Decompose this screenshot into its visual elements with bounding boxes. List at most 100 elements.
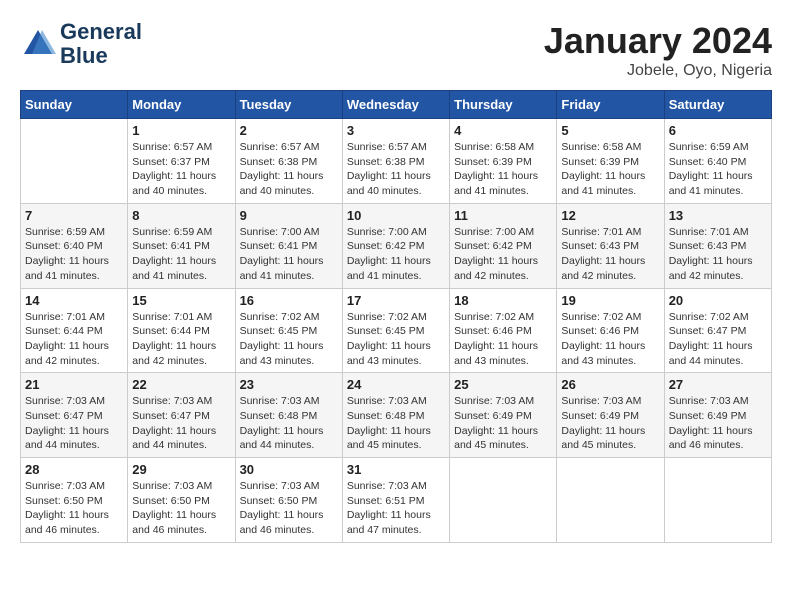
day-number: 29 [132,462,230,477]
day-number: 30 [240,462,338,477]
day-number: 9 [240,208,338,223]
day-info: Sunrise: 7:00 AM Sunset: 6:42 PM Dayligh… [454,225,552,284]
day-number: 14 [25,293,123,308]
calendar-cell: 15Sunrise: 7:01 AM Sunset: 6:44 PM Dayli… [128,288,235,373]
day-info: Sunrise: 7:00 AM Sunset: 6:41 PM Dayligh… [240,225,338,284]
day-info: Sunrise: 7:03 AM Sunset: 6:50 PM Dayligh… [132,479,230,538]
day-info: Sunrise: 7:03 AM Sunset: 6:50 PM Dayligh… [240,479,338,538]
calendar-cell [557,458,664,543]
day-number: 25 [454,377,552,392]
calendar-cell: 21Sunrise: 7:03 AM Sunset: 6:47 PM Dayli… [21,373,128,458]
weekday-monday: Monday [128,91,235,119]
calendar-cell: 27 Sunrise: 7:03 AM Sunset: 6:49 PM Dayli… [664,373,771,458]
day-info: Sunrise: 7:02 AM Sunset: 6:47 PM Dayligh… [669,310,767,369]
day-number: 10 [347,208,445,223]
day-number: 26 [561,377,659,392]
day-number: 11 [454,208,552,223]
day-number: 13 [669,208,767,223]
day-info: Sunrise: 6:58 AM Sunset: 6:39 PM Dayligh… [454,140,552,199]
day-number: 24 [347,377,445,392]
weekday-tuesday: Tuesday [235,91,342,119]
calendar-cell: 16Sunrise: 7:02 AM Sunset: 6:45 PM Dayli… [235,288,342,373]
day-number: 2 [240,123,338,138]
calendar-table: SundayMondayTuesdayWednesdayThursdayFrid… [20,90,772,543]
weekday-header-row: SundayMondayTuesdayWednesdayThursdayFrid… [21,91,772,119]
calendar-cell: 13 Sunrise: 7:01 AM Sunset: 6:43 PM Dayli… [664,203,771,288]
day-number: 6 [669,123,767,138]
day-info: Sunrise: 7:03 AM Sunset: 6:48 PM Dayligh… [240,394,338,453]
day-info: Sunrise: 6:59 AM Sunset: 6:40 PM Dayligh… [669,140,767,199]
calendar-cell [450,458,557,543]
day-info: Sunrise: 7:01 AM Sunset: 6:43 PM Dayligh… [669,225,767,284]
calendar-cell: 11 Sunrise: 7:00 AM Sunset: 6:42 PM Dayli… [450,203,557,288]
day-info: Sunrise: 7:03 AM Sunset: 6:47 PM Dayligh… [25,394,123,453]
calendar-week-2: 14 Sunrise: 7:01 AM Sunset: 6:44 PM Dayli… [21,288,772,373]
day-info: Sunrise: 6:57 AM Sunset: 6:38 PM Dayligh… [347,140,445,199]
calendar-header: SundayMondayTuesdayWednesdayThursdayFrid… [21,91,772,119]
day-number: 5 [561,123,659,138]
weekday-sunday: Sunday [21,91,128,119]
calendar-cell: 19Sunrise: 7:02 AM Sunset: 6:46 PM Dayli… [557,288,664,373]
day-info: Sunrise: 7:03 AM Sunset: 6:47 PM Dayligh… [132,394,230,453]
logo-line1: General [60,20,142,44]
day-info: Sunrise: 7:02 AM Sunset: 6:46 PM Dayligh… [561,310,659,369]
calendar-cell [664,458,771,543]
logo-line2: Blue [60,44,142,68]
calendar-week-1: 7 Sunrise: 6:59 AM Sunset: 6:40 PM Daylig… [21,203,772,288]
logo-icon [20,26,56,62]
calendar-week-4: 28 Sunrise: 7:03 AM Sunset: 6:50 PM Dayli… [21,458,772,543]
day-info: Sunrise: 6:59 AM Sunset: 6:40 PM Dayligh… [25,225,123,284]
weekday-friday: Friday [557,91,664,119]
logo-text: General Blue [60,20,142,68]
day-info: Sunrise: 7:02 AM Sunset: 6:45 PM Dayligh… [347,310,445,369]
day-info: Sunrise: 7:01 AM Sunset: 6:43 PM Dayligh… [561,225,659,284]
calendar-cell: 7 Sunrise: 6:59 AM Sunset: 6:40 PM Daylig… [21,203,128,288]
calendar-cell: 6 Sunrise: 6:59 AM Sunset: 6:40 PM Daylig… [664,119,771,204]
calendar-week-3: 21Sunrise: 7:03 AM Sunset: 6:47 PM Dayli… [21,373,772,458]
calendar-cell: 28 Sunrise: 7:03 AM Sunset: 6:50 PM Dayli… [21,458,128,543]
day-number: 4 [454,123,552,138]
calendar-cell: 25 Sunrise: 7:03 AM Sunset: 6:49 PM Dayli… [450,373,557,458]
day-number: 23 [240,377,338,392]
calendar-cell: 1Sunrise: 6:57 AM Sunset: 6:37 PM Daylig… [128,119,235,204]
calendar-cell: 10 Sunrise: 7:00 AM Sunset: 6:42 PM Dayli… [342,203,449,288]
calendar-cell: 22 Sunrise: 7:03 AM Sunset: 6:47 PM Dayli… [128,373,235,458]
page-header: General Blue January 2024 Jobele, Oyo, N… [20,20,772,80]
calendar-cell: 30 Sunrise: 7:03 AM Sunset: 6:50 PM Dayli… [235,458,342,543]
calendar-body: 1Sunrise: 6:57 AM Sunset: 6:37 PM Daylig… [21,119,772,543]
day-info: Sunrise: 7:03 AM Sunset: 6:50 PM Dayligh… [25,479,123,538]
logo: General Blue [20,20,142,68]
calendar-cell: 9 Sunrise: 7:00 AM Sunset: 6:41 PM Daylig… [235,203,342,288]
day-number: 28 [25,462,123,477]
day-info: Sunrise: 7:00 AM Sunset: 6:42 PM Dayligh… [347,225,445,284]
day-info: Sunrise: 7:02 AM Sunset: 6:46 PM Dayligh… [454,310,552,369]
calendar-cell: 23 Sunrise: 7:03 AM Sunset: 6:48 PM Dayli… [235,373,342,458]
calendar-cell [21,119,128,204]
calendar-cell: 31Sunrise: 7:03 AM Sunset: 6:51 PM Dayli… [342,458,449,543]
calendar-cell: 20Sunrise: 7:02 AM Sunset: 6:47 PM Dayli… [664,288,771,373]
calendar-cell: 8Sunrise: 6:59 AM Sunset: 6:41 PM Daylig… [128,203,235,288]
day-number: 7 [25,208,123,223]
location: Jobele, Oyo, Nigeria [544,62,772,80]
calendar-cell: 29 Sunrise: 7:03 AM Sunset: 6:50 PM Dayli… [128,458,235,543]
day-number: 22 [132,377,230,392]
calendar-cell: 26 Sunrise: 7:03 AM Sunset: 6:49 PM Dayli… [557,373,664,458]
day-number: 12 [561,208,659,223]
day-info: Sunrise: 6:59 AM Sunset: 6:41 PM Dayligh… [132,225,230,284]
calendar-cell: 24 Sunrise: 7:03 AM Sunset: 6:48 PM Dayli… [342,373,449,458]
weekday-wednesday: Wednesday [342,91,449,119]
day-info: Sunrise: 7:03 AM Sunset: 6:49 PM Dayligh… [669,394,767,453]
calendar-cell: 12 Sunrise: 7:01 AM Sunset: 6:43 PM Dayli… [557,203,664,288]
day-info: Sunrise: 7:01 AM Sunset: 6:44 PM Dayligh… [25,310,123,369]
day-info: Sunrise: 7:03 AM Sunset: 6:49 PM Dayligh… [454,394,552,453]
day-number: 18 [454,293,552,308]
day-info: Sunrise: 6:57 AM Sunset: 6:38 PM Dayligh… [240,140,338,199]
weekday-saturday: Saturday [664,91,771,119]
calendar-week-0: 1Sunrise: 6:57 AM Sunset: 6:37 PM Daylig… [21,119,772,204]
day-info: Sunrise: 6:58 AM Sunset: 6:39 PM Dayligh… [561,140,659,199]
day-number: 27 [669,377,767,392]
calendar-cell: 5 Sunrise: 6:58 AM Sunset: 6:39 PM Daylig… [557,119,664,204]
calendar-cell: 3Sunrise: 6:57 AM Sunset: 6:38 PM Daylig… [342,119,449,204]
day-info: Sunrise: 7:03 AM Sunset: 6:49 PM Dayligh… [561,394,659,453]
day-info: Sunrise: 7:03 AM Sunset: 6:48 PM Dayligh… [347,394,445,453]
